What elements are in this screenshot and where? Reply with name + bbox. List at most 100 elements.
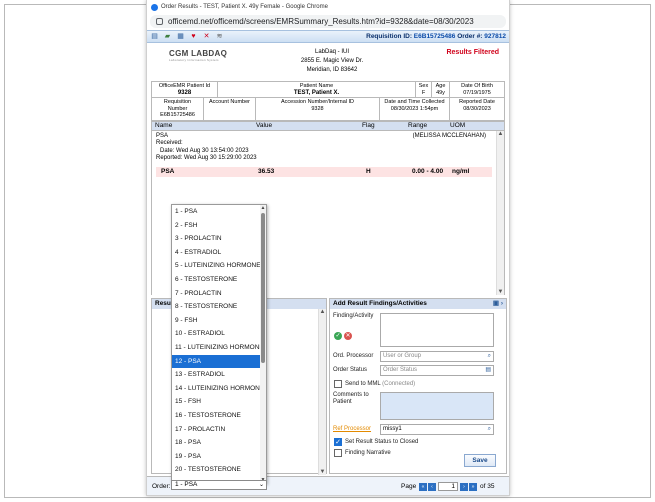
req-no-value: E6B15725486 (160, 112, 195, 118)
received-label: Received: (156, 140, 183, 146)
dropdown-option[interactable]: 1 - PSA (172, 205, 266, 219)
sex-label: Sex (418, 83, 429, 89)
sex-value: F (421, 89, 426, 96)
ref-processor-link[interactable]: Ref Processor (333, 426, 371, 432)
dropdown-option[interactable]: 5 - LUTEINIZING HORMONE (172, 259, 266, 273)
sex-cell: Sex F (416, 82, 432, 97)
comments-to-patient-label: Comments to Patient (333, 392, 369, 405)
save-button[interactable]: Save (464, 454, 496, 467)
patient-info-table: OfficeEMR Patient Id 9328 Patient Name T… (151, 81, 505, 121)
order-select[interactable]: 1 - PSA ⌄ (171, 480, 267, 490)
finding-narrative-label: Finding Narrative (345, 450, 391, 456)
last-page-icon[interactable]: » (469, 482, 477, 491)
first-page-icon[interactable]: « (419, 482, 427, 491)
patient-name-value: TEST, Patient X. (293, 89, 340, 96)
dropdown-option[interactable]: 8 - TESTOSTERONE (172, 300, 266, 314)
dob-cell: Date Of Birth 07/19/1975 (450, 82, 504, 97)
send-to-mml-checkbox[interactable] (334, 380, 342, 388)
ref-processor-input[interactable]: missy1 ⌕ (380, 424, 494, 435)
dropdown-option[interactable]: 20 - TESTOSTERONE (172, 463, 266, 477)
dropdown-option[interactable]: 15 - FSH (172, 395, 266, 409)
comments-to-patient-box[interactable] (380, 392, 494, 420)
left-scroll-up-icon[interactable]: ▲ (319, 309, 326, 315)
lab-address: LabDaq - IUI 2855 E. Magic View Dr. Meri… (287, 48, 377, 75)
dropdown-option[interactable]: 18 - PSA (172, 436, 266, 450)
dropdown-option[interactable]: 19 - PSA (172, 450, 266, 464)
set-status-closed-checkbox[interactable]: ✓ (334, 438, 342, 446)
reported-label: Reported Date (459, 99, 495, 105)
url-text[interactable]: officemd.net/officemd/screens/EMRSummary… (168, 17, 474, 26)
page-number-input[interactable]: 1 (438, 482, 458, 491)
order-status-input[interactable]: Order Status ▤ (380, 365, 494, 376)
print-icon[interactable]: ▤ (150, 33, 159, 41)
dropdown-option[interactable]: 17 - PROLACTIN (172, 423, 266, 437)
result-uom: ng/ml (452, 168, 470, 175)
dropdown-scroll-thumb[interactable] (261, 213, 265, 363)
dropdown-option[interactable]: 7 - PROLACTIN (172, 287, 266, 301)
dropdown-option[interactable]: 3 - PROLACTIN (172, 232, 266, 246)
ord-processor-input[interactable]: User or Group ⌕ (380, 351, 494, 362)
dropdown-option[interactable]: 12 - PSA (172, 354, 266, 369)
scroll-up-arrow-icon[interactable]: ▲ (497, 131, 504, 137)
dropdown-option[interactable]: 10 - ESTRADIOL (172, 327, 266, 341)
dropdown-scroll-up-icon[interactable]: ▲ (260, 205, 266, 211)
left-scroll-down-icon[interactable]: ▼ (319, 469, 326, 475)
dropdown-option[interactable]: 2 - FSH (172, 219, 266, 233)
status-picker-icon[interactable]: ▤ (485, 366, 491, 375)
requisition-id: E6B15725486 (413, 33, 456, 40)
patient-id-value: 9328 (177, 89, 192, 96)
folder-icon[interactable]: ▰ (163, 33, 172, 41)
col-flag-header[interactable]: Flag (362, 122, 375, 129)
age-label: Age (435, 83, 446, 89)
send-to-mml-text: Send to MML (Connected) (345, 381, 415, 387)
results-scrollbar[interactable]: ▲ ▼ (496, 130, 504, 295)
next-page-icon[interactable]: › (460, 482, 468, 491)
dropdown-option[interactable]: 9 - FSH (172, 314, 266, 328)
order-select-value: 1 - PSA (175, 481, 198, 488)
search-icon[interactable]: ⌕ (488, 425, 491, 434)
col-uom-header[interactable]: UOM (450, 122, 465, 129)
age-value: 49y (436, 89, 445, 96)
view-options-icon[interactable]: ▦ (176, 33, 185, 41)
approve-check-icon[interactable]: ✓ (334, 332, 342, 340)
ref-processor-value: missy1 (383, 426, 402, 432)
results-filtered-label: Results Filtered (446, 49, 499, 56)
lab-name: LabDaq - IUI (314, 49, 350, 55)
chevron-down-icon[interactable]: ⌄ (259, 481, 264, 489)
ord-processor-label: Ord. Processor (333, 353, 374, 359)
finding-narrative-checkbox[interactable] (334, 449, 342, 457)
dropdown-scrollbar[interactable]: ▲ ▼ (260, 205, 266, 483)
scroll-down-arrow-icon[interactable]: ▼ (497, 289, 504, 295)
dropdown-option[interactable]: 14 - LUTEINIZING HORMONE (172, 382, 266, 396)
lab-address-line2: Meridian, ID 83642 (306, 67, 358, 73)
reject-x-icon[interactable]: ✕ (344, 332, 352, 340)
left-panel-scrollbar[interactable]: ▲ ▼ (318, 309, 326, 475)
finding-activity-box[interactable] (380, 313, 494, 347)
accession-cell: Accession Number/Internal ID 9328 (256, 98, 380, 120)
panel-options-icon[interactable]: ▣ › (493, 299, 503, 309)
ord-processor-placeholder: User or Group (383, 353, 422, 359)
collected-value: 08/30/2023 1:54pm (390, 105, 439, 112)
address-bar[interactable]: officemd.net/officemd/screens/EMRSummary… (150, 15, 506, 28)
col-range-header[interactable]: Range (408, 122, 427, 129)
logo-subtitle: Laboratory Information System (169, 58, 219, 62)
prev-page-icon[interactable]: ‹ (428, 482, 436, 491)
dropdown-option[interactable]: 4 - ESTRADIOL (172, 246, 266, 260)
order-dropdown-list[interactable]: 1 - PSA 2 - FSH 3 - PROLACTIN 4 - ESTRADIOL… (171, 204, 267, 484)
col-value-header[interactable]: Value (256, 122, 272, 129)
dropdown-option[interactable]: 16 - TESTOSTERONE (172, 409, 266, 423)
chrome-favicon-icon (151, 3, 158, 11)
dropdown-option[interactable]: 11 - LUTEINIZING HORMONE (172, 341, 266, 355)
sign-off-icon[interactable]: ≋ (215, 33, 224, 41)
favorite-heart-icon[interactable]: ♥ (189, 33, 198, 41)
site-info-icon[interactable] (156, 18, 163, 25)
dropdown-option[interactable]: 6 - TESTOSTERONE (172, 273, 266, 287)
labdaq-logo: CGM LABDAQ Laboratory Information System (169, 49, 227, 62)
close-x-icon[interactable]: ✕ (202, 33, 211, 41)
col-name-header[interactable]: Name (155, 122, 172, 129)
search-icon[interactable]: ⌕ (488, 352, 491, 361)
result-row[interactable]: PSA 36.53 H 0.00 - 4.00 ng/ml (156, 166, 492, 177)
collected-cell: Date and Time Collected 08/30/2023 1:54p… (380, 98, 450, 120)
dropdown-option[interactable]: 13 - ESTRADIOL (172, 368, 266, 382)
order-number: 927812 (484, 33, 506, 40)
